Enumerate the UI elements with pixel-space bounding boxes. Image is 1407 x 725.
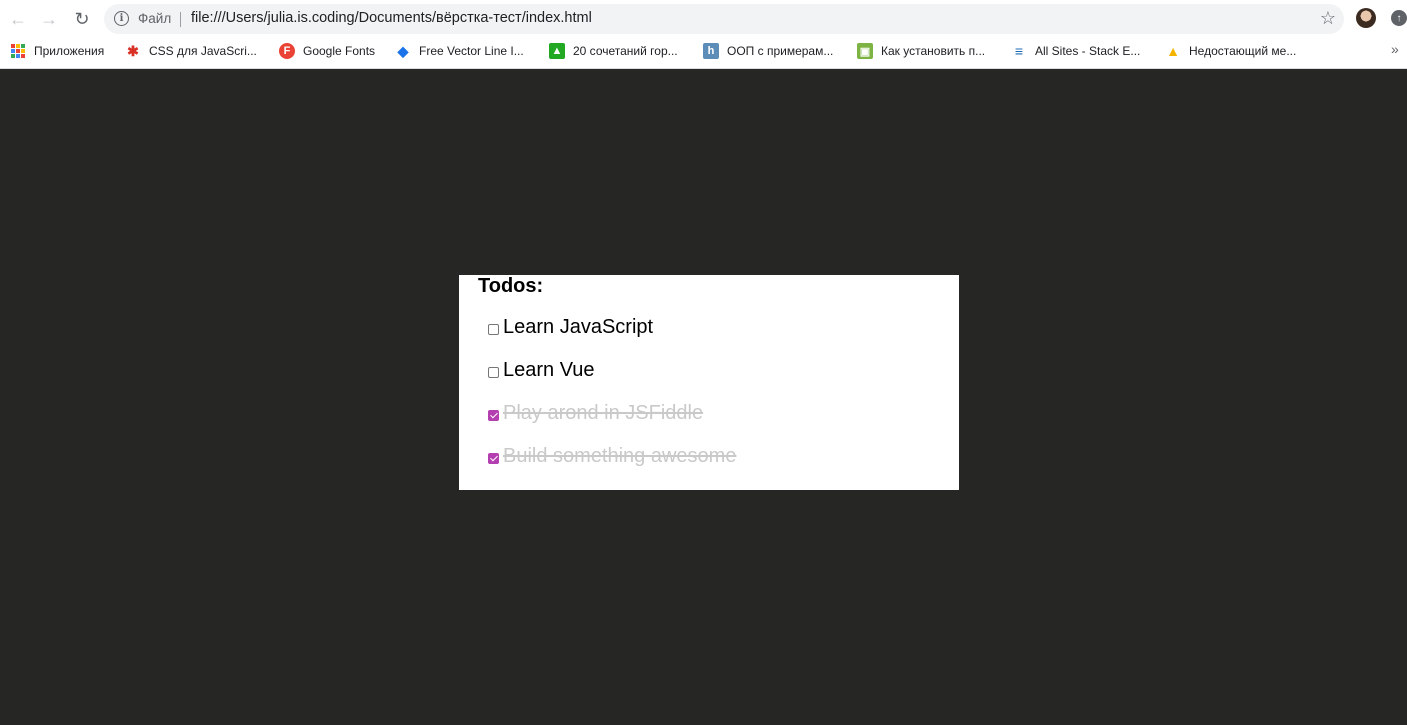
todo-item: Play arond in JSFiddle bbox=[488, 400, 703, 426]
bookmark-oop-examples[interactable]: h ООП с примерам... bbox=[703, 43, 833, 59]
bookmark-apps[interactable]: Приложения bbox=[10, 43, 104, 59]
todo-item: Build something awesome bbox=[488, 443, 736, 469]
bookmark-label: Как установить п... bbox=[881, 44, 986, 58]
diamond-icon: ◆ bbox=[397, 42, 409, 59]
todo-checkbox[interactable] bbox=[488, 366, 499, 378]
bookmark-label: All Sites - Stack E... bbox=[1035, 44, 1141, 58]
bookmark-label: Недостающий ме... bbox=[1189, 44, 1297, 58]
bookmark-how-to-install[interactable]: ▣ Как установить п... bbox=[857, 43, 985, 59]
info-icon[interactable]: i bbox=[114, 11, 129, 26]
bookmarks-overflow-chevron-icon[interactable]: » bbox=[1391, 41, 1399, 57]
google-fonts-icon: F bbox=[279, 43, 295, 59]
bookmark-label: ООП с примерам... bbox=[727, 44, 834, 58]
bookmark-label: Приложения bbox=[34, 44, 105, 58]
back-button[interactable]: ← bbox=[7, 8, 29, 30]
bookmark-google-fonts[interactable]: F Google Fonts bbox=[279, 43, 375, 59]
bookmark-label: 20 сочетаний гор... bbox=[573, 44, 678, 58]
bookmark-missing-manual[interactable]: ▲ Недостающий ме... bbox=[1165, 43, 1296, 59]
todo-checkbox[interactable] bbox=[488, 323, 499, 335]
stack-exchange-icon: ≡ bbox=[1014, 43, 1024, 59]
browser-chrome: ← → ↻ i Файл file:///Users/julia.is.codi… bbox=[0, 0, 1407, 69]
forward-button[interactable]: → bbox=[38, 8, 60, 30]
figure-icon: ✱ bbox=[127, 42, 139, 59]
browser-toolbar: ← → ↻ i Файл file:///Users/julia.is.codi… bbox=[0, 0, 1407, 37]
bookmark-free-vector[interactable]: ◆ Free Vector Line I... bbox=[395, 43, 524, 59]
todo-card: Todos: Learn JavaScript Learn Vue Play a… bbox=[459, 275, 959, 490]
bookmark-label: CSS для JavaScri... bbox=[149, 44, 257, 58]
todo-item: Learn JavaScript bbox=[488, 314, 653, 340]
bookmark-css-for-js[interactable]: ✱ CSS для JavaScri... bbox=[125, 43, 257, 59]
reload-button[interactable]: ↻ bbox=[71, 8, 93, 30]
todo-text: Play arond in JSFiddle bbox=[503, 401, 704, 424]
todo-checkbox[interactable] bbox=[488, 409, 499, 421]
bookmark-label: Google Fonts bbox=[303, 44, 376, 58]
runner-icon: ▲ bbox=[549, 43, 565, 59]
todo-checkbox[interactable] bbox=[488, 452, 499, 464]
todo-title: Todos: bbox=[478, 275, 544, 297]
apps-grid-icon bbox=[10, 43, 26, 59]
scheme-label: Файл bbox=[138, 11, 172, 26]
bookmark-stack-exchange[interactable]: ≡ All Sites - Stack E... bbox=[1011, 43, 1140, 59]
bookmark-star-icon[interactable]: ☆ bbox=[1320, 8, 1336, 29]
habr-icon: h bbox=[703, 43, 719, 59]
address-divider bbox=[180, 12, 181, 27]
todo-text: Learn Vue bbox=[503, 358, 595, 381]
todo-text: Learn JavaScript bbox=[503, 315, 654, 338]
bookmark-color-combos[interactable]: ▲ 20 сочетаний гор... bbox=[549, 43, 678, 59]
bookmarks-bar: Приложения ✱ CSS для JavaScri... F Googl… bbox=[0, 37, 1407, 65]
node-icon: ▣ bbox=[857, 43, 873, 59]
address-bar[interactable]: i Файл file:///Users/julia.is.coding/Doc… bbox=[104, 4, 1344, 34]
todo-item: Learn Vue bbox=[488, 357, 595, 383]
profile-avatar[interactable] bbox=[1356, 8, 1376, 28]
bottle-icon: ▲ bbox=[1166, 43, 1180, 59]
bookmark-label: Free Vector Line I... bbox=[419, 44, 524, 58]
update-icon[interactable]: ↑ bbox=[1391, 10, 1407, 26]
todo-text: Build something awesome bbox=[503, 444, 737, 467]
url-text[interactable]: file:///Users/julia.is.coding/Documents/… bbox=[191, 10, 592, 26]
